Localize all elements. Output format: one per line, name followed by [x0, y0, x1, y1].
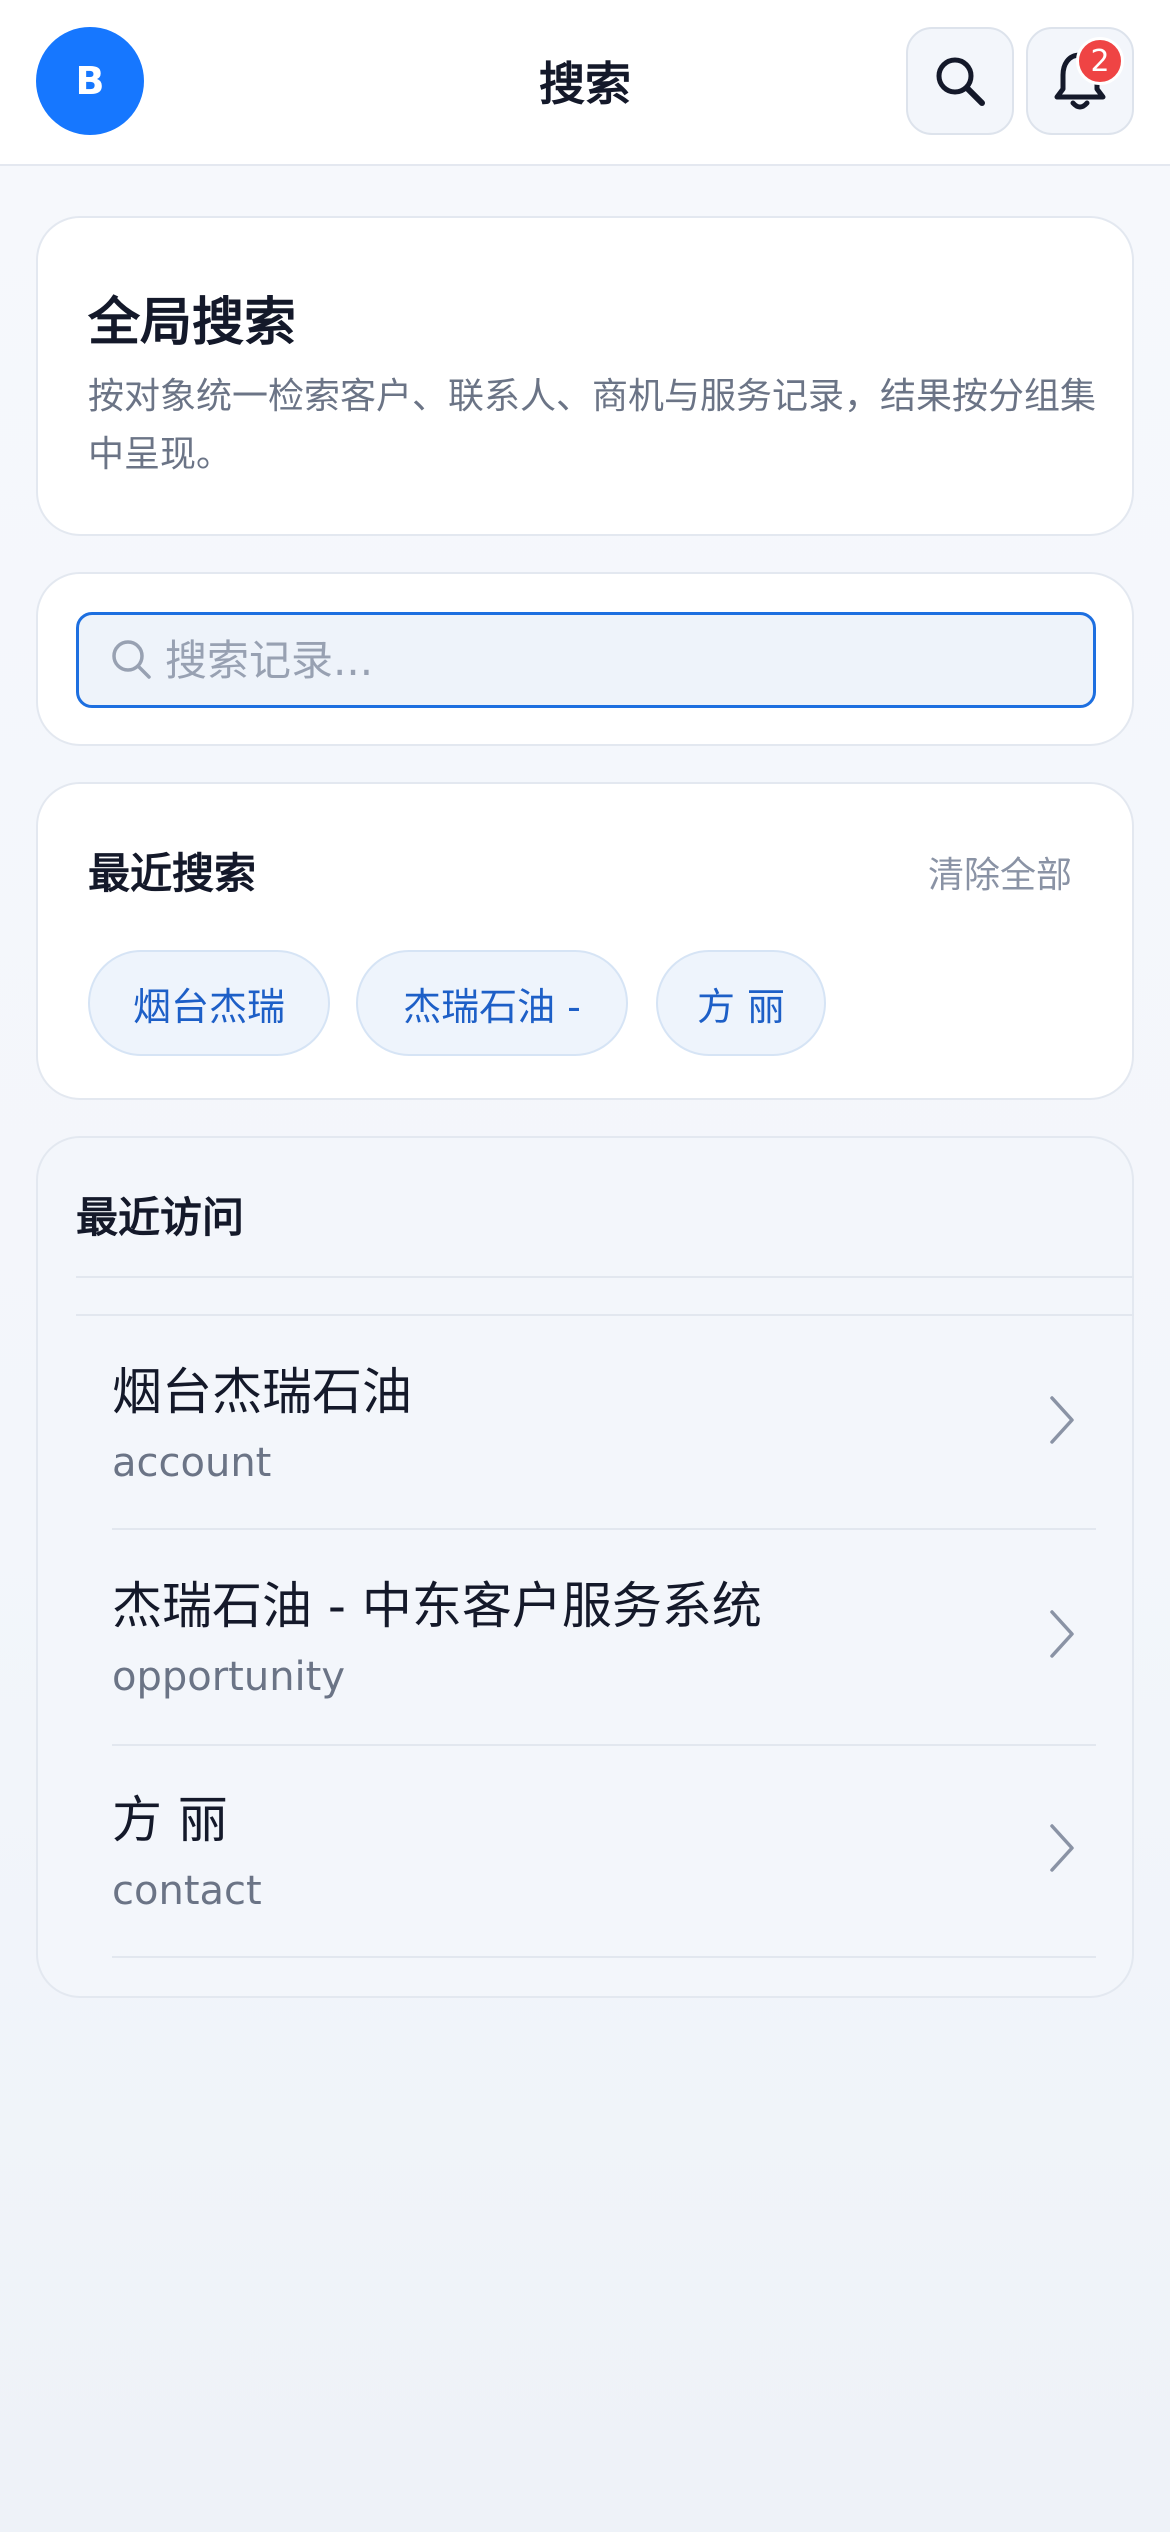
recent-searches-title: 最近搜索: [88, 849, 257, 898]
intro-description: 按对象统一检索客户、联系人、商机与服务记录，结果按分组集中呈现。: [88, 376, 1097, 475]
recent-visits-card: 最近访问 烟台杰瑞石油 account 杰瑞石油 - 中东客户服务系统 oppo…: [36, 1136, 1134, 1998]
recent-search-chip[interactable]: 烟台杰瑞: [88, 950, 330, 1056]
divider: [76, 1276, 1134, 1278]
recent-search-chip[interactable]: 杰瑞石油 -: [356, 950, 628, 1056]
search-card: [36, 572, 1134, 746]
divider: [112, 1956, 1096, 1958]
recent-search-chip[interactable]: 方 丽: [656, 950, 826, 1056]
clear-all-button[interactable]: 清除全部: [928, 846, 1072, 898]
recent-visits-title: 最近访问: [76, 1193, 245, 1242]
notification-count-badge: 2: [1076, 37, 1124, 85]
recent-visit-item[interactable]: 杰瑞石油 - 中东客户服务系统 opportunity: [38, 1530, 1136, 1740]
chevron-right-icon: [1050, 1610, 1074, 1658]
chevron-right-icon: [1050, 1824, 1074, 1872]
global-search-intro-card: 全局搜索 按对象统一检索客户、联系人、商机与服务记录，结果按分组集中呈现。: [36, 216, 1134, 536]
recent-visit-item[interactable]: 方 丽 contact: [38, 1744, 1136, 1954]
search-icon: [936, 57, 985, 106]
recent-visit-name: 烟台杰瑞石油: [112, 1363, 412, 1421]
search-button[interactable]: [906, 27, 1014, 135]
search-input[interactable]: [165, 615, 1065, 705]
recent-visit-name: 杰瑞石油 - 中东客户服务系统: [112, 1577, 762, 1635]
recent-visit-item[interactable]: 烟台杰瑞石油 account: [38, 1316, 1136, 1526]
search-box[interactable]: [76, 612, 1096, 708]
search-icon: [112, 640, 151, 679]
recent-visit-type: contact: [112, 1868, 262, 1914]
recent-searches-card: 最近搜索 清除全部 烟台杰瑞 杰瑞石油 - 方 丽: [36, 782, 1134, 1100]
recent-visit-type: opportunity: [112, 1654, 346, 1700]
intro-title: 全局搜索: [88, 293, 297, 353]
recent-visit-name: 方 丽: [112, 1791, 228, 1849]
notifications-button[interactable]: 2: [1026, 27, 1134, 135]
recent-visit-type: account: [112, 1440, 272, 1486]
top-app-bar: B 搜索 2: [0, 0, 1170, 166]
chevron-right-icon: [1050, 1396, 1074, 1444]
